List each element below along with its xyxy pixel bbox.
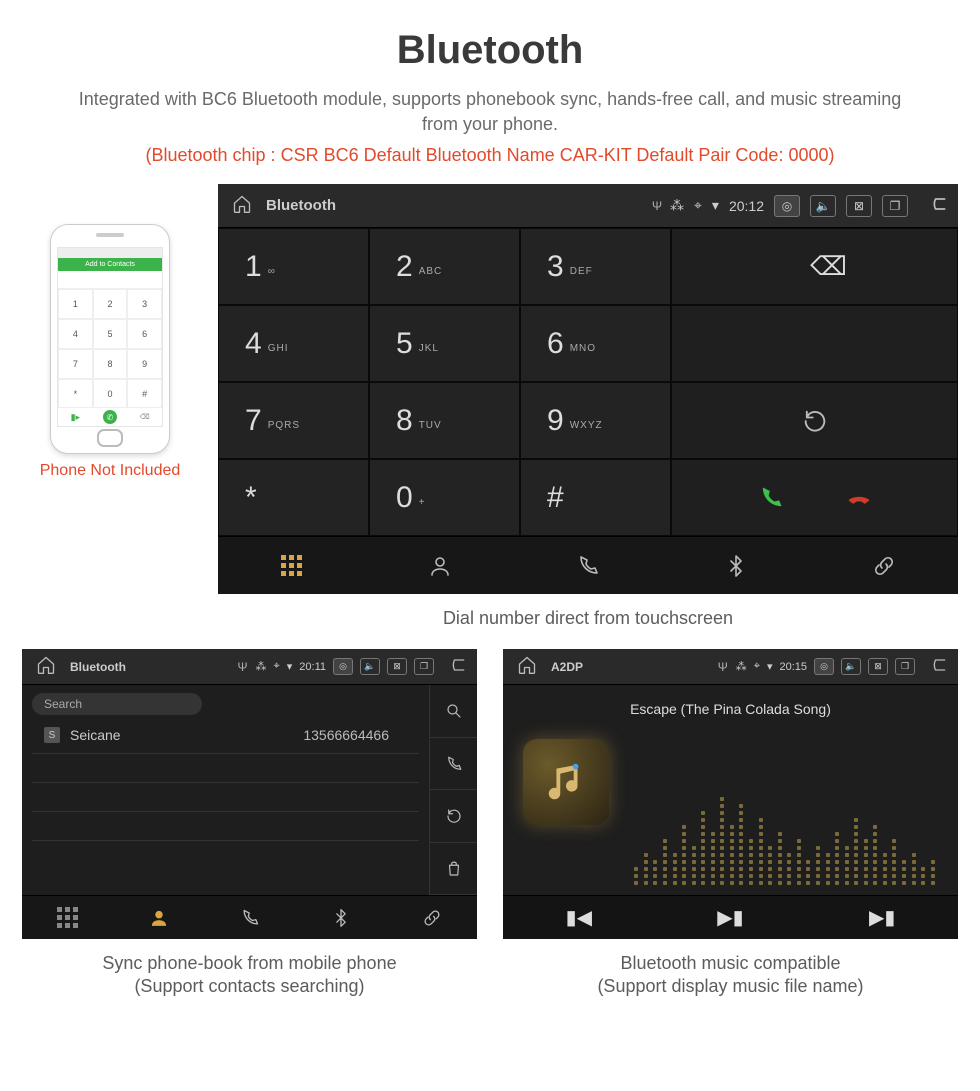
side-empty[interactable] xyxy=(671,305,958,382)
tab-pair[interactable] xyxy=(386,895,477,939)
close-icon[interactable]: ⊠ xyxy=(387,658,407,675)
dial-key-#[interactable]: # xyxy=(520,459,671,536)
recents-icon[interactable]: ❐ xyxy=(895,658,915,675)
contact-row[interactable]: S Seicane 13566664466 xyxy=(32,727,419,754)
dial-key-5[interactable]: 5JKL xyxy=(369,305,520,382)
music-caption-2: (Support display music file name) xyxy=(503,976,958,997)
contact-number: 13566664466 xyxy=(303,727,389,743)
status-time: 20:15 xyxy=(779,661,807,673)
play-pause-button[interactable]: ▶▮ xyxy=(655,895,807,939)
backspace-button[interactable]: ⌫ xyxy=(671,228,958,305)
music-panel: A2DP Ψ ⁂ ⌖ ▾ 20:15 ◎ 🔈 ⊠ ❐ Escape (The P… xyxy=(503,649,958,939)
wifi-icon: ▾ xyxy=(767,660,773,673)
volume-icon[interactable]: 🔈 xyxy=(360,658,380,675)
dialer-caption: Dial number direct from touchscreen xyxy=(218,608,958,629)
wifi-icon: ▾ xyxy=(712,197,719,214)
usb-icon: Ψ xyxy=(652,199,662,213)
music-caption-1: Bluetooth music compatible xyxy=(503,953,958,974)
statusbar-app-title: Bluetooth xyxy=(266,197,336,214)
status-time: 20:11 xyxy=(299,661,326,673)
phone-call-icon: ✆ xyxy=(93,408,128,426)
close-icon[interactable]: ⊠ xyxy=(846,195,872,217)
bluetooth-status-icon: ⁂ xyxy=(256,660,267,673)
tab-calls[interactable] xyxy=(514,536,662,594)
contact-name: Seicane xyxy=(70,727,121,743)
spec-line: (Bluetooth chip : CSR BC6 Default Blueto… xyxy=(0,145,980,166)
usb-icon: Ψ xyxy=(718,660,728,674)
dial-key-*[interactable]: * xyxy=(218,459,369,536)
music-note-icon xyxy=(523,739,609,825)
gps-icon: ⌖ xyxy=(754,660,760,673)
dialer-panel: Bluetooth Ψ ⁂ ⌖ ▾ 20:12 ◎ 🔈 ⊠ ❐ 1∞2ABC3D… xyxy=(218,184,958,594)
screenshot-icon[interactable]: ◎ xyxy=(774,195,800,217)
dial-key-0[interactable]: 0+ xyxy=(369,459,520,536)
dial-key-2[interactable]: 2ABC xyxy=(369,228,520,305)
page-title: Bluetooth xyxy=(0,28,980,73)
volume-icon[interactable]: 🔈 xyxy=(841,658,861,675)
phonebook-panel: Bluetooth Ψ ⁂ ⌖ ▾ 20:11 ◎ 🔈 ⊠ ❐ Search xyxy=(22,649,477,939)
dial-key-7[interactable]: 7PQRS xyxy=(218,382,369,459)
next-button[interactable]: ▶▮ xyxy=(806,895,958,939)
screenshot-icon[interactable]: ◎ xyxy=(333,658,353,675)
phone-mockup: Add to Contacts 123456789*0# ▮▸ ✆ ⌫ xyxy=(50,224,170,454)
statusbar-app-title: A2DP xyxy=(551,660,583,674)
dial-key-3[interactable]: 3DEF xyxy=(520,228,671,305)
dial-key-1[interactable]: 1∞ xyxy=(218,228,369,305)
tab-bluetooth[interactable] xyxy=(662,536,810,594)
usb-icon: Ψ xyxy=(238,660,248,674)
track-title: Escape (The Pina Colada Song) xyxy=(503,685,958,717)
back-icon[interactable] xyxy=(928,194,948,217)
redial-button[interactable] xyxy=(671,382,958,459)
tab-calls[interactable] xyxy=(204,895,295,939)
home-icon[interactable] xyxy=(232,194,252,218)
phonebook-caption-2: (Support contacts searching) xyxy=(22,976,477,997)
back-icon[interactable] xyxy=(447,655,467,678)
search-input[interactable]: Search xyxy=(32,693,202,715)
dial-key-6[interactable]: 6MNO xyxy=(520,305,671,382)
tab-dialpad[interactable] xyxy=(218,536,366,594)
refresh-icon[interactable] xyxy=(430,790,477,843)
tab-dialpad[interactable] xyxy=(22,895,113,939)
equalizer xyxy=(633,741,936,885)
phone-video-icon: ▮▸ xyxy=(58,408,93,426)
wifi-icon: ▾ xyxy=(287,660,293,673)
gps-icon: ⌖ xyxy=(274,660,280,673)
status-time: 20:12 xyxy=(729,198,764,214)
recents-icon[interactable]: ❐ xyxy=(414,658,434,675)
statusbar-app-title: Bluetooth xyxy=(70,660,126,674)
phone-add-contacts: Add to Contacts xyxy=(58,258,162,271)
contact-initial: S xyxy=(44,727,60,743)
search-icon[interactable] xyxy=(430,685,477,738)
dial-key-4[interactable]: 4GHI xyxy=(218,305,369,382)
delete-icon[interactable] xyxy=(430,843,477,896)
tab-bluetooth[interactable] xyxy=(295,895,386,939)
call-icon[interactable] xyxy=(430,738,477,791)
phone-caption: Phone Not Included xyxy=(22,462,198,480)
recents-icon[interactable]: ❐ xyxy=(882,195,908,217)
dial-key-8[interactable]: 8TUV xyxy=(369,382,520,459)
call-controls[interactable] xyxy=(671,459,958,536)
volume-icon[interactable]: 🔈 xyxy=(810,195,836,217)
phonebook-caption-1: Sync phone-book from mobile phone xyxy=(22,953,477,974)
tab-contacts[interactable] xyxy=(113,895,204,939)
home-icon[interactable] xyxy=(517,655,537,678)
home-icon[interactable] xyxy=(36,655,56,678)
phone-backspace-icon: ⌫ xyxy=(127,408,162,426)
prev-button[interactable]: ▮◀ xyxy=(503,895,655,939)
tab-contacts[interactable] xyxy=(366,536,514,594)
page-subtitle: Integrated with BC6 Bluetooth module, su… xyxy=(60,87,920,137)
back-icon[interactable] xyxy=(928,655,948,678)
tab-pair[interactable] xyxy=(810,536,958,594)
bluetooth-status-icon: ⁂ xyxy=(670,197,684,214)
dial-key-9[interactable]: 9WXYZ xyxy=(520,382,671,459)
screenshot-icon[interactable]: ◎ xyxy=(814,658,834,675)
bluetooth-status-icon: ⁂ xyxy=(736,660,747,673)
close-icon[interactable]: ⊠ xyxy=(868,658,888,675)
gps-icon: ⌖ xyxy=(694,197,702,214)
